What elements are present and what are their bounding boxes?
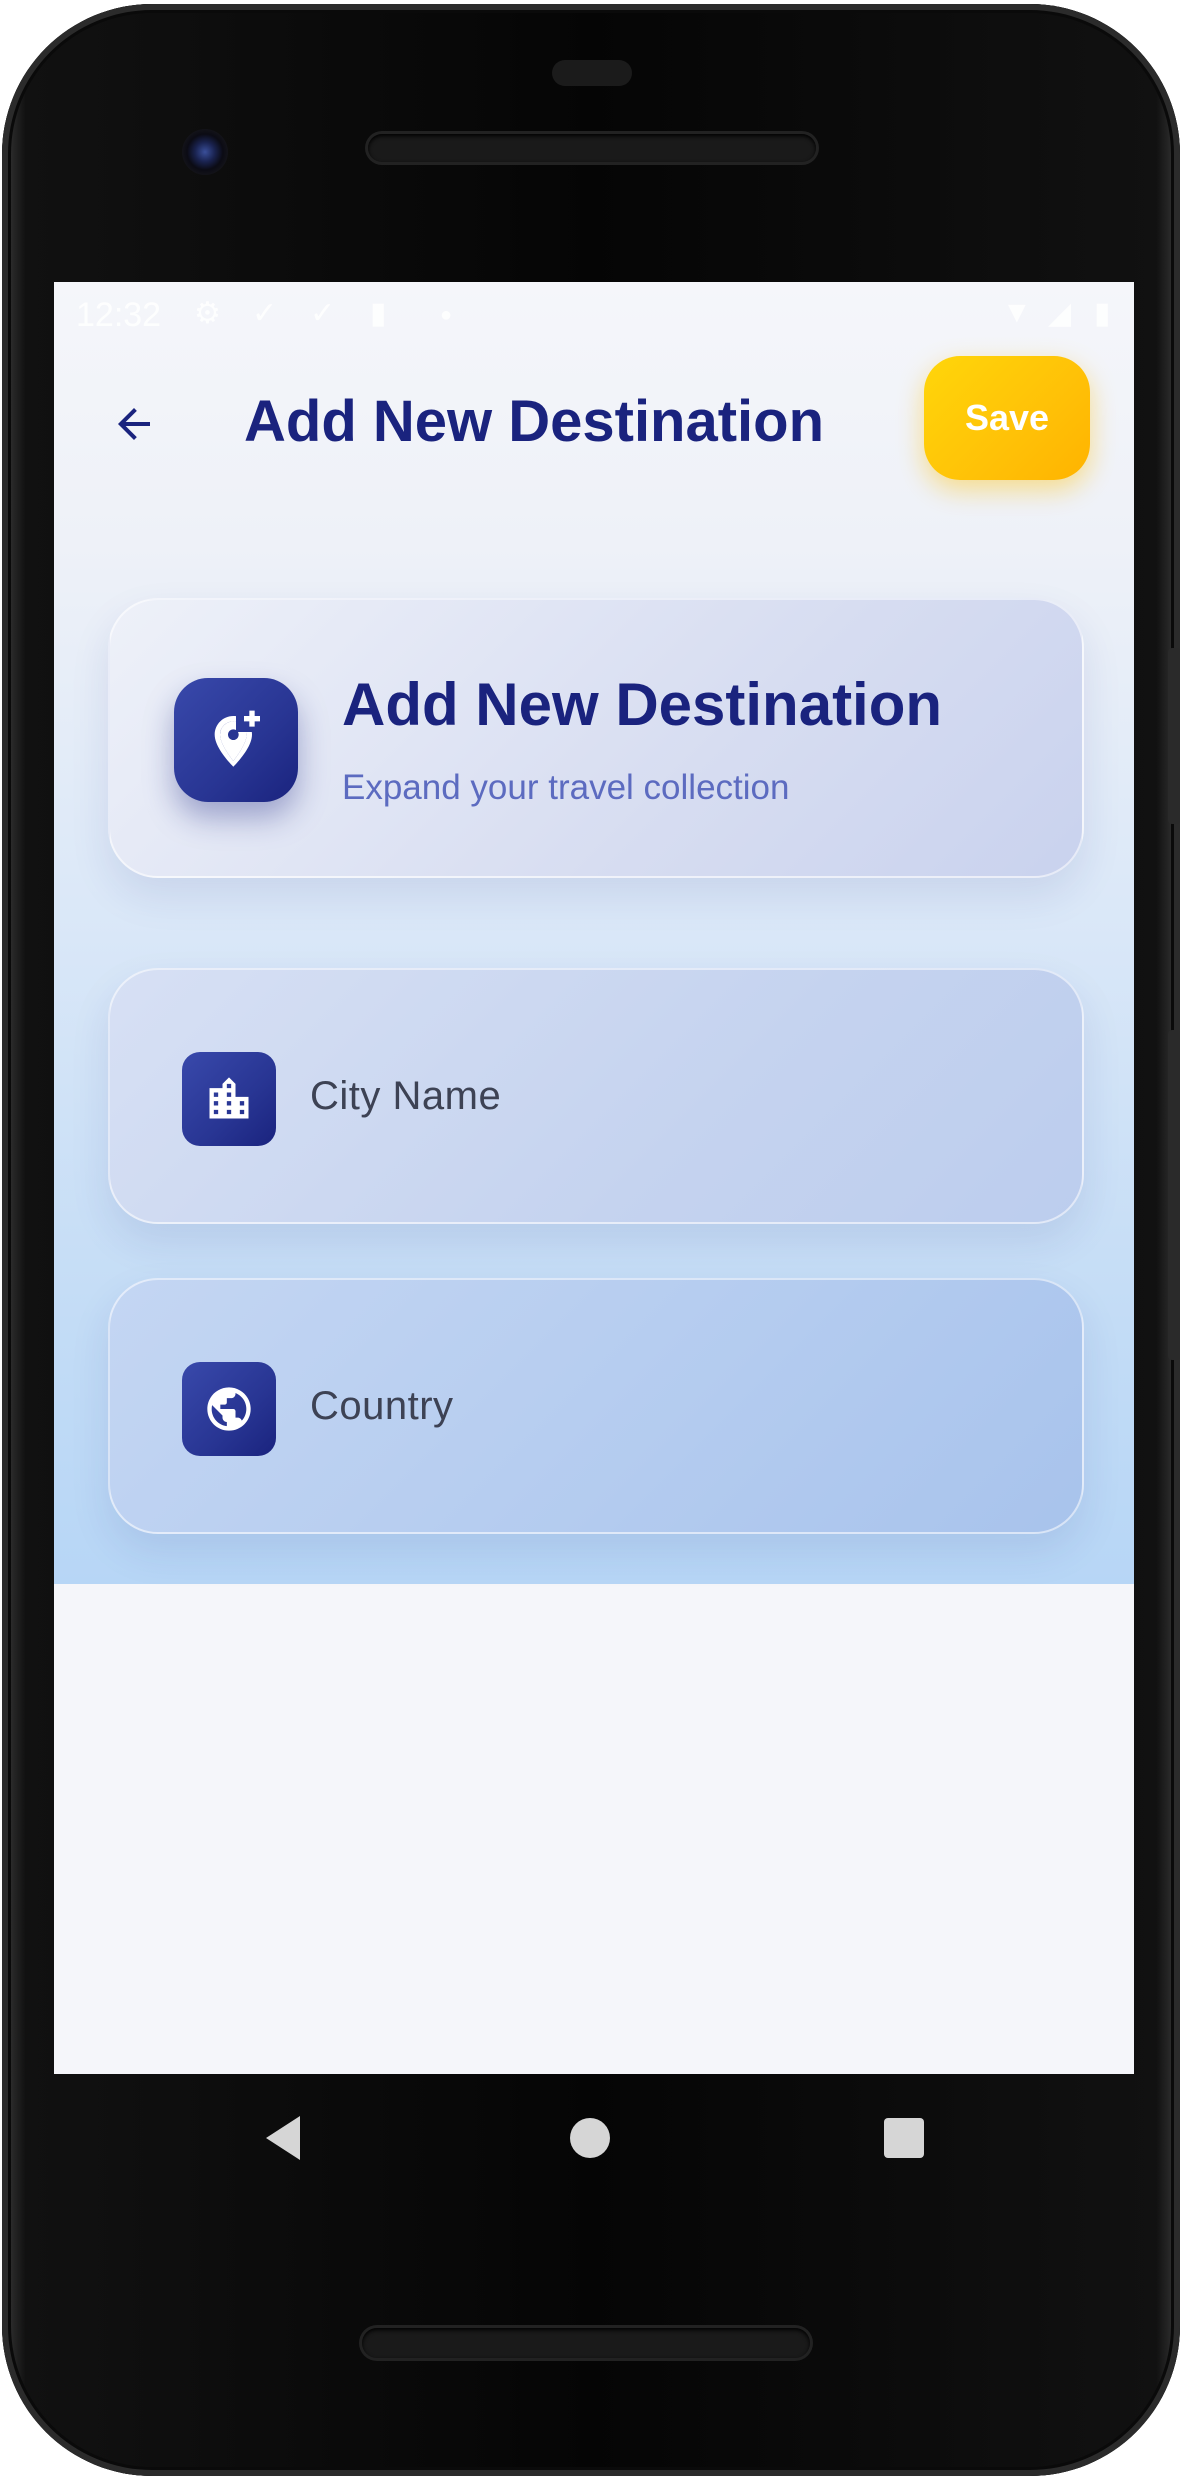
download-done-icon: ✓ [252, 297, 278, 330]
download-done-icon: ✓ [310, 297, 336, 330]
screen: 12:32 ⚙ ✓ ✓ ▮ ● ▼ ◢ ▮ Add New Destinatio… [54, 282, 1134, 2074]
settings-icon: ⚙ [194, 297, 221, 330]
city-name-placeholder: City Name [310, 1074, 502, 1118]
sd-card-icon: ▮ [370, 297, 387, 330]
country-placeholder: Country [310, 1384, 454, 1428]
globe-icon-badge [182, 1362, 276, 1456]
header-subtitle: Expand your travel collection [342, 768, 790, 807]
city-icon [209, 1077, 249, 1119]
battery-icon: ▮ [1094, 297, 1111, 330]
power-button [1168, 648, 1180, 824]
add-location-icon-badge [174, 678, 298, 802]
add-location-icon [214, 710, 260, 767]
city-name-field[interactable]: City Name [108, 968, 1084, 1224]
signal-icon: ◢ [1048, 297, 1072, 330]
globe-icon [207, 1387, 251, 1431]
phone-frame: 12:32 ⚙ ✓ ✓ ▮ ● ▼ ◢ ▮ Add New Destinatio… [2, 4, 1180, 2476]
header-title: Add New Destination [342, 671, 943, 738]
header-card: Add New Destination Expand your travel c… [108, 598, 1084, 878]
app-bar: Add New Destination Save [54, 348, 1134, 498]
back-button[interactable] [94, 384, 174, 464]
back-triangle-icon[interactable] [260, 2112, 304, 2164]
country-field[interactable]: Country [108, 1278, 1084, 1534]
recents-square-icon[interactable] [884, 2118, 924, 2158]
status-time: 12:32 [76, 296, 162, 334]
page-title: Add New Destination [244, 389, 825, 454]
home-circle-icon[interactable] [570, 2118, 610, 2158]
city-icon-badge [182, 1052, 276, 1146]
system-nav-bar [2, 2074, 1182, 2204]
dot-icon: ● [440, 304, 453, 326]
wifi-icon: ▼ [1002, 296, 1032, 329]
arrow-back-icon [118, 408, 150, 440]
bottom-speaker [362, 2328, 810, 2358]
volume-button [1168, 1030, 1180, 1360]
top-speaker [368, 134, 816, 162]
front-camera [182, 129, 228, 175]
status-bar: 12:32 ⚙ ✓ ✓ ▮ ● ▼ ◢ ▮ [54, 282, 1134, 348]
earpiece [552, 60, 632, 86]
save-button[interactable]: Save [924, 356, 1090, 480]
